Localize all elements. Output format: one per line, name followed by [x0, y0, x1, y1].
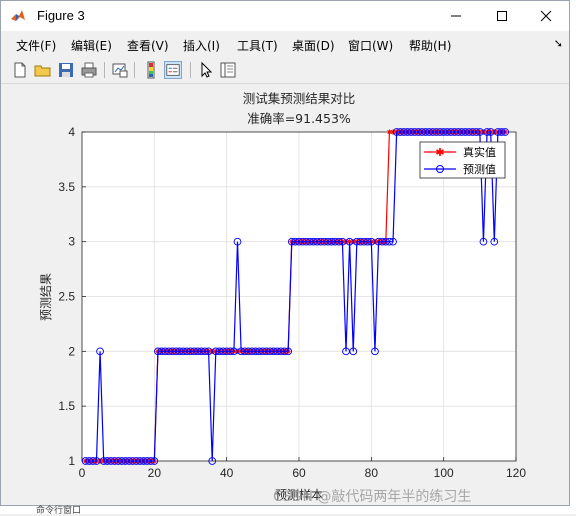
menu-desktop[interactable]: 桌面(D): [292, 37, 335, 54]
toolbar-separator: [190, 62, 191, 78]
colorbar-icon[interactable]: [142, 61, 160, 79]
chart-subtitle: 准确率=91.453%: [247, 111, 351, 126]
menu-view[interactable]: 查看(V): [127, 37, 169, 54]
pointer-icon[interactable]: [197, 61, 215, 79]
minimize-button[interactable]: [433, 1, 479, 31]
background-command-window: 命令行窗口: [0, 506, 576, 516]
window-title: Figure 3: [37, 8, 85, 23]
maximize-button[interactable]: [479, 1, 525, 31]
y-tick-label: 4: [68, 125, 75, 139]
save-icon[interactable]: [57, 61, 75, 79]
print-icon[interactable]: [80, 61, 98, 79]
y-tick-label: 1.5: [58, 399, 75, 413]
toolbar: [1, 57, 569, 84]
y-tick-label: 3: [68, 235, 75, 249]
x-tick-label: 20: [148, 466, 162, 480]
menu-bar: 文件(F) 编辑(E) 查看(V) 插入(I) 工具(T) 桌面(D) 窗口(W…: [1, 34, 569, 56]
menu-expand-arrow-icon[interactable]: ➘: [554, 37, 563, 50]
figure-window: Figure 3 文件(F) 编辑(E) 查看(V) 插入(I) 工具(T) 桌…: [0, 0, 570, 506]
matlab-logo-icon: [11, 10, 25, 21]
menu-file[interactable]: 文件(F): [16, 37, 56, 54]
open-file-icon[interactable]: [34, 61, 52, 79]
legend[interactable]: ✱ 真实值 预测值: [419, 141, 506, 179]
x-tick-label: 60: [292, 466, 306, 480]
chart-title: 测试集预测结果对比: [243, 91, 356, 106]
watermark: CSDN @敲代码两年半的练习生: [273, 488, 471, 505]
new-figure-icon[interactable]: [11, 61, 29, 79]
menu-edit[interactable]: 编辑(E): [71, 37, 112, 54]
background-window-edge: [570, 0, 576, 514]
command-window-label: 命令行窗口: [36, 506, 82, 516]
legend-marker-asterisk: ✱: [435, 147, 444, 159]
y-tick-label: 1: [68, 454, 75, 468]
title-bar[interactable]: Figure 3: [1, 1, 569, 31]
menu-insert[interactable]: 插入(I): [183, 37, 220, 54]
maximize-icon: [497, 11, 507, 21]
link-plot-icon[interactable]: [111, 61, 129, 79]
x-tick-label: 80: [365, 466, 379, 480]
y-tick-label: 2.5: [58, 290, 75, 304]
x-tick-label: 40: [220, 466, 234, 480]
x-tick-label: 120: [506, 466, 526, 480]
plot-area[interactable]: 0 20 40 60 80 100 120 1 1.5 2 2.5 3 3.5 4 测试集预测结果对比 准…: [1, 84, 569, 507]
x-tick-label: 0: [79, 466, 86, 480]
y-tick-label: 2: [68, 344, 75, 358]
property-inspector-icon[interactable]: [219, 61, 237, 79]
y-axis-label: 预测结果: [39, 273, 53, 321]
close-button[interactable]: [523, 1, 569, 31]
menu-help[interactable]: 帮助(H): [409, 37, 451, 54]
legend-label-true: 真实值: [463, 145, 496, 159]
x-tick-label: 100: [434, 466, 454, 480]
menu-tools[interactable]: 工具(T): [237, 37, 278, 54]
legend-icon[interactable]: [164, 61, 182, 79]
toolbar-separator: [104, 62, 105, 78]
legend-label-pred: 预测值: [463, 163, 496, 176]
menu-window[interactable]: 窗口(W): [348, 37, 393, 54]
minimize-icon: [451, 15, 461, 17]
close-icon: [540, 10, 552, 22]
y-tick-label: 3.5: [58, 180, 75, 194]
toolbar-separator: [134, 62, 135, 78]
